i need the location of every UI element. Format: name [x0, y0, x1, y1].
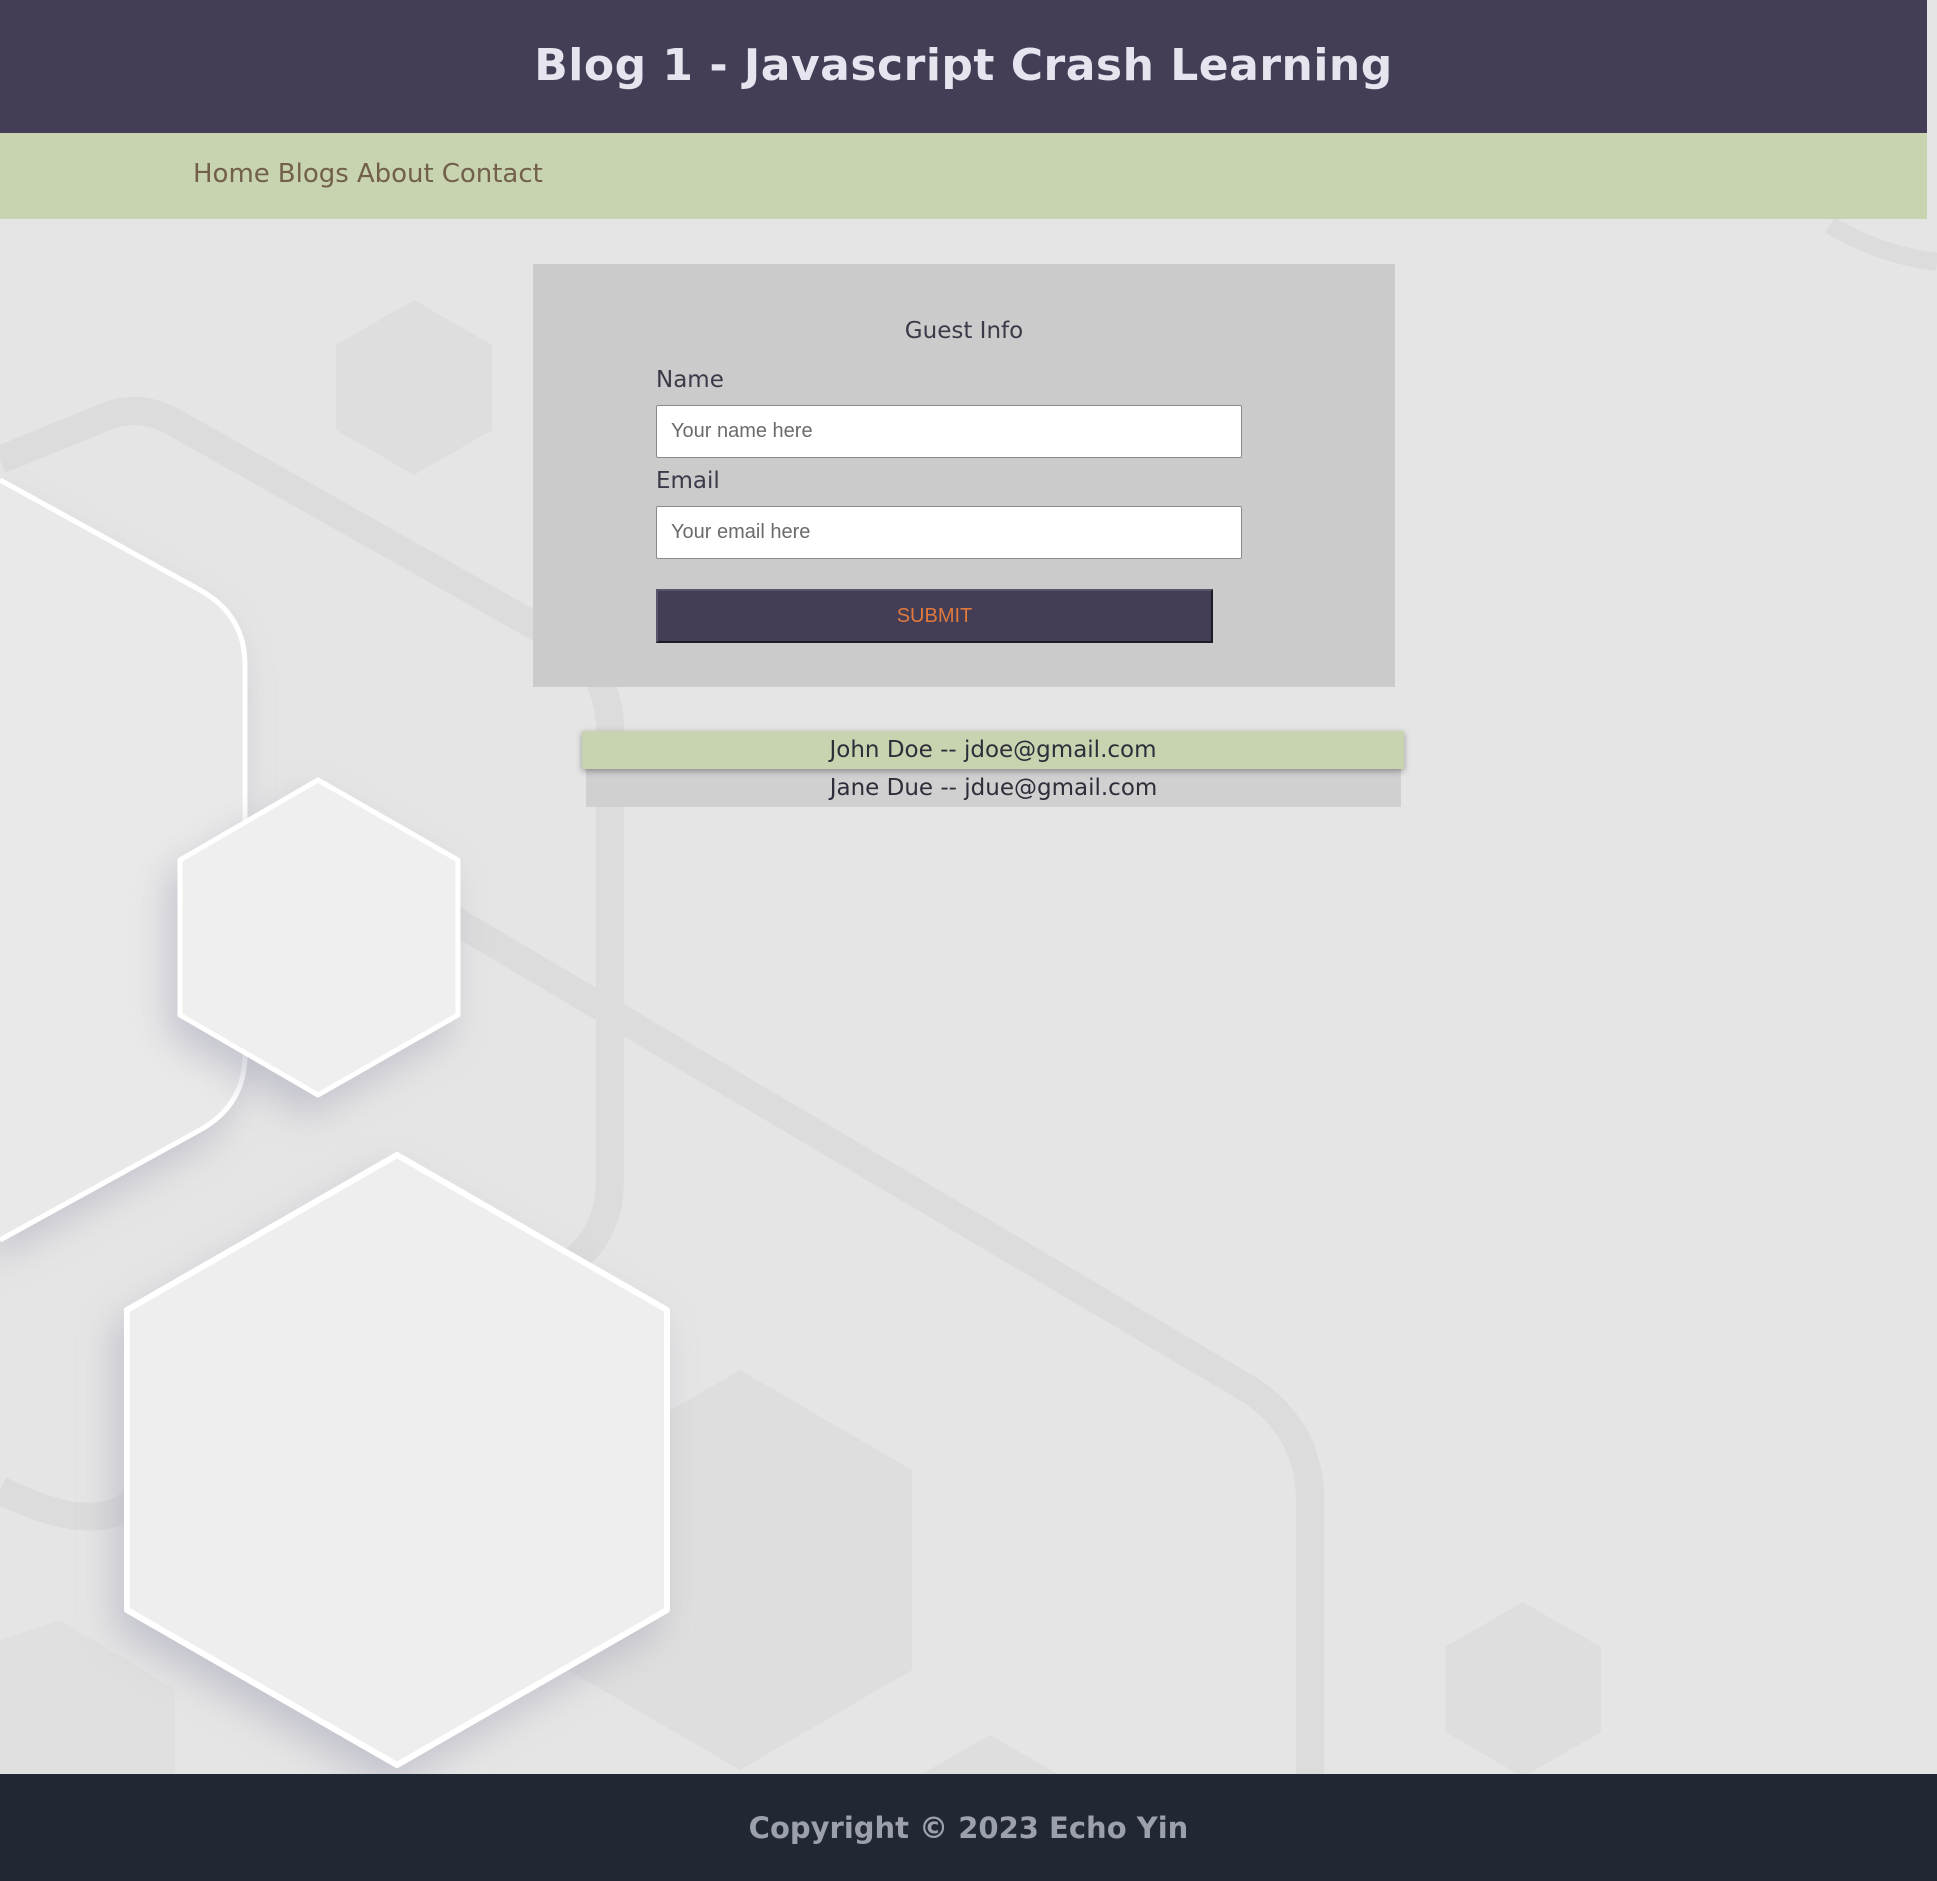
page-footer: Copyright © 2023 Echo Yin: [0, 1774, 1937, 1881]
nav-link-blogs[interactable]: Blogs: [278, 159, 349, 189]
guest-list-item: John Doe -- jdoe@gmail.com: [582, 731, 1404, 769]
nav-link-home[interactable]: Home: [193, 159, 270, 189]
form-title: Guest Info: [904, 318, 1024, 344]
nav-link-about[interactable]: About: [357, 159, 434, 189]
page-title: Blog 1 - Javascript Crash Learning: [534, 40, 1393, 91]
guest-list-item: Jane Due -- jdue@gmail.com: [586, 769, 1401, 807]
guest-list: John Doe -- jdoe@gmail.com Jane Due -- j…: [582, 731, 1404, 807]
copyright-text: Copyright © 2023 Echo Yin: [748, 1810, 1189, 1845]
submit-button[interactable]: SUBMIT: [656, 589, 1213, 643]
page-header: Blog 1 - Javascript Crash Learning: [0, 0, 1927, 133]
email-label: Email: [656, 468, 720, 494]
nav-links: Home Blogs About Contact: [193, 159, 543, 189]
name-label: Name: [656, 367, 724, 393]
nav-link-contact[interactable]: Contact: [442, 159, 543, 189]
name-input[interactable]: [656, 405, 1242, 458]
nav-bar: Home Blogs About Contact: [0, 133, 1927, 219]
email-input[interactable]: [656, 506, 1242, 559]
guest-info-form: Guest Info Name Email SUBMIT: [533, 264, 1395, 687]
